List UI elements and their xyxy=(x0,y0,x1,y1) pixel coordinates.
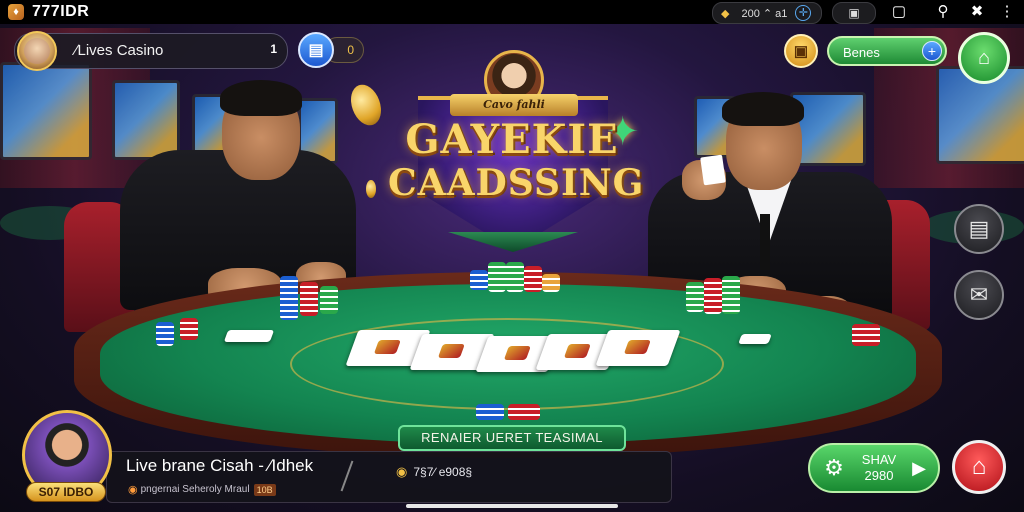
left-player-hair xyxy=(220,80,302,116)
chip-value: 0 xyxy=(347,43,354,57)
shop-button[interactable]: ⌂ xyxy=(958,32,1010,84)
logo-title-line2: CAADSSING xyxy=(388,162,645,204)
chip-stack xyxy=(156,322,174,346)
chip-stack xyxy=(280,276,298,320)
table-card[interactable] xyxy=(595,330,681,366)
chip-stack xyxy=(722,276,740,314)
signal-text: 200 ⌃ a1 xyxy=(741,7,788,20)
stream-title[interactable]: Live brane Cisah - ∕Idhek xyxy=(126,456,313,476)
play-arrow-icon: ▶ xyxy=(912,458,926,478)
search-icon[interactable]: ⚲ xyxy=(934,3,952,21)
close-icon[interactable]: ✖ xyxy=(968,3,986,21)
more-icon[interactable]: ⋮ xyxy=(998,3,1016,21)
camera-icon: ▣ xyxy=(848,6,860,20)
bet-play-button[interactable]: ⚙ SHAV 2980 ▶ xyxy=(808,443,940,493)
square-icon[interactable]: ▢ xyxy=(890,3,908,21)
play-button-label: SHAV 2980 xyxy=(854,452,904,484)
chip-stack xyxy=(488,262,506,292)
stats-icon: ▤ xyxy=(308,42,324,59)
background-monitor xyxy=(0,62,92,160)
avatar[interactable] xyxy=(17,31,57,71)
coin-decoration xyxy=(345,80,387,130)
location-text: pngernai Seheroly Mraul xyxy=(140,484,250,495)
document-icon: ▤ xyxy=(968,216,990,241)
chip-stack xyxy=(852,324,880,346)
logo-shield-edge xyxy=(448,232,578,252)
game-logo: Cavo fahli GAYEKIE CAADSSING xyxy=(388,50,645,252)
bonus-button[interactable]: Benes + xyxy=(827,36,947,66)
live-casino-screen: ♦ 777IDR ◆ 200 ⌃ a1 ✛ ▣ ▢ ⚲ ✖ ⋮ ∕Lives C… xyxy=(0,0,1024,512)
right-player-hair xyxy=(722,92,804,126)
casino-name-label: ∕Lives Casino xyxy=(75,42,164,59)
chip-stack xyxy=(542,274,560,292)
table-card[interactable] xyxy=(738,334,772,344)
logo-banner: Cavo fahli xyxy=(450,94,578,116)
right-player-tie xyxy=(760,214,770,270)
gift-button[interactable]: ▣ xyxy=(784,34,818,68)
card-face xyxy=(373,340,401,354)
card-face xyxy=(563,344,591,358)
signal-icon: ◆ xyxy=(721,7,730,20)
bonus-label: Benes xyxy=(843,45,880,60)
status-title: 777IDR xyxy=(32,3,90,20)
card-face xyxy=(437,344,465,358)
viewers-icon: ◉ xyxy=(396,464,408,479)
chip-stack xyxy=(506,262,524,292)
add-bonus-icon[interactable]: + xyxy=(922,41,942,61)
casino-player-pill[interactable]: ∕Lives Casino 1 xyxy=(14,31,288,71)
chip-stack xyxy=(686,282,704,312)
envelope-icon: ✉ xyxy=(969,282,989,307)
coin-decoration xyxy=(366,180,376,198)
stream-location: ◉ pngernai Seheroly Mraul 10B xyxy=(128,483,276,496)
menu-button[interactable]: ▤ xyxy=(954,204,1004,254)
chip-stack xyxy=(180,318,198,340)
chip-stack xyxy=(524,266,542,292)
background-monitor xyxy=(112,80,180,160)
player-count: 1 xyxy=(270,42,277,56)
table-card[interactable] xyxy=(223,330,275,342)
location-pin-icon: ◉ xyxy=(128,484,138,496)
chip-stack xyxy=(508,404,540,420)
chip-icon: ⚙ xyxy=(824,455,844,480)
streamer-badge: S07 IDBO xyxy=(26,482,106,502)
play-label-bottom: 2980 xyxy=(864,468,894,483)
chip-stack xyxy=(320,286,338,314)
location-tag: 10B xyxy=(253,483,276,496)
app-logo-icon: ♦ xyxy=(8,4,24,20)
home-button[interactable]: ⌂ xyxy=(952,440,1006,494)
stats-button[interactable]: ▤ xyxy=(298,32,334,68)
held-card xyxy=(700,154,726,186)
home-icon: ⌂ xyxy=(971,453,987,480)
chip-stack xyxy=(476,404,504,420)
shop-icon: ⌂ xyxy=(977,46,991,69)
gift-icon: ▣ xyxy=(793,43,809,60)
card-face xyxy=(503,346,531,360)
table-placard: RENAIER UERET TEASIMAL xyxy=(398,425,626,451)
logo-title-line1: GAYEKIE xyxy=(405,116,619,163)
home-indicator[interactable] xyxy=(406,504,618,508)
card-face xyxy=(623,340,651,354)
chip-stack xyxy=(704,278,722,314)
viewer-count-text: 7§7∕ e908§ xyxy=(413,465,473,479)
compass-icon[interactable]: ✛ xyxy=(795,5,812,21)
signal-pill: ◆ 200 ⌃ a1 ✛ xyxy=(712,2,822,24)
avatar-face xyxy=(24,38,50,64)
viewer-count: ◉ 7§7∕ e908§ xyxy=(396,464,472,480)
chat-button[interactable]: ✉ xyxy=(954,270,1004,320)
camera-button[interactable]: ▣ xyxy=(832,2,876,24)
chip-stack xyxy=(300,282,318,316)
play-label-top: SHAV xyxy=(861,452,897,467)
chip-stack xyxy=(470,270,488,290)
